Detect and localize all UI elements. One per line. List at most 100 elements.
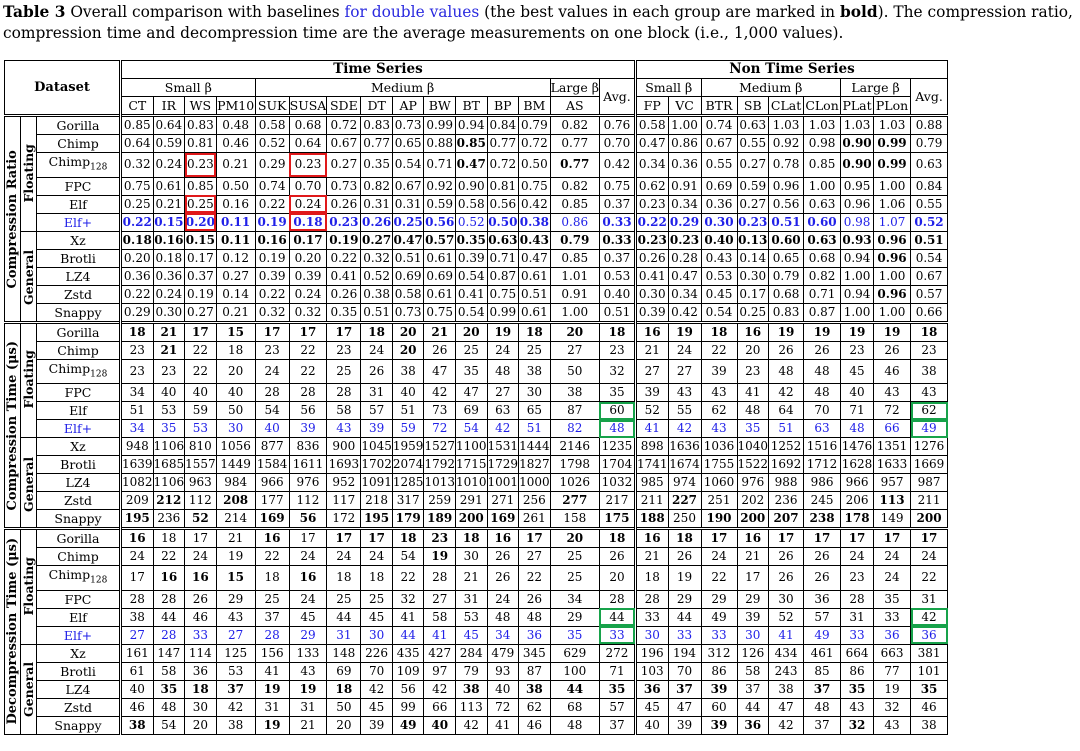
table-cell: 22 <box>288 340 328 360</box>
table-cell: 1959 <box>391 437 425 456</box>
table-cell: 0.12 <box>215 248 256 268</box>
table-cell: 1712 <box>803 455 842 474</box>
table-cell: 177 <box>254 491 290 510</box>
table-cell: 113 <box>454 697 488 717</box>
table-cell: 40 <box>486 679 520 699</box>
group-title: Floating <box>20 528 37 644</box>
comparison-table: Dataset Time Series Non Time Series Small β… <box>4 60 949 735</box>
table-cell: 238 <box>803 509 842 529</box>
table-cell: 19 <box>254 679 290 699</box>
table-cell: 0.68 <box>803 248 842 268</box>
table-cell: 976 <box>736 473 770 492</box>
table-label: Table 3 <box>3 3 66 21</box>
nts-average-cell: 987 <box>910 473 949 492</box>
table-cell: 0.79 <box>549 230 600 250</box>
table-cell: 53 <box>454 607 488 627</box>
table-cell: 41 <box>254 661 290 681</box>
table-cell: 41 <box>423 625 456 645</box>
nts-average-cell: 38 <box>910 715 949 735</box>
table-cell: 1476 <box>840 437 875 456</box>
table-cell: 16 <box>486 527 520 548</box>
table-cell: 0.94 <box>840 284 875 304</box>
table-cell: 25 <box>326 589 362 609</box>
table-cell: 19 <box>803 320 842 342</box>
table-cell: 42 <box>423 383 456 402</box>
table-cell: 0.50 <box>518 152 551 178</box>
nts-medium-beta-header: Medium β <box>700 78 842 97</box>
nts-average-cell: 24 <box>910 547 949 566</box>
table-cell: 189 <box>423 509 456 529</box>
table-cell: 25 <box>549 565 600 591</box>
method-name-text: FPC <box>64 178 92 194</box>
table-cell: 23 <box>254 340 290 360</box>
method-name: Zstd <box>36 491 122 510</box>
table-cell: 29 <box>736 589 770 609</box>
method-name: FPC <box>36 589 122 609</box>
ts-average-cell: 57 <box>598 697 637 717</box>
table-cell: 82 <box>549 419 600 438</box>
table-cell: 34 <box>120 419 154 438</box>
table-cell: 0.39 <box>634 302 669 323</box>
table-cell: 24 <box>486 589 520 609</box>
table-cell: 18 <box>326 679 362 699</box>
table-cell: 35 <box>152 419 186 438</box>
table-cell: 1522 <box>736 455 770 474</box>
table-cell: 48 <box>803 358 842 384</box>
table-cell: 43 <box>873 383 912 402</box>
table-cell: 0.82 <box>360 176 393 196</box>
table-cell: 479 <box>486 643 520 663</box>
table-cell: 0.35 <box>454 230 488 250</box>
table-cell: 149 <box>873 509 912 529</box>
column-header-clon: CLon <box>803 96 842 116</box>
table-cell: 0.52 <box>360 266 393 286</box>
table-cell: 0.36 <box>152 266 186 286</box>
table-cell: 46 <box>873 358 912 384</box>
table-cell: 0.91 <box>549 284 600 304</box>
table-cell: 209 <box>120 491 154 510</box>
table-cell: 26 <box>360 358 393 384</box>
table-cell: 17 <box>768 527 805 548</box>
table-cell: 1.00 <box>873 302 912 323</box>
table-cell: 18 <box>360 320 393 342</box>
table-cell: 24 <box>254 358 290 384</box>
table-cell: 461 <box>803 643 842 663</box>
table-cell: 47 <box>768 697 805 717</box>
table-row: Elf 0.25 0.21 0.25 0.16 0.22 0.24 0.26 0.31 0.31 0… <box>5 194 949 214</box>
table-cell: 19 <box>768 320 805 342</box>
table-cell: 663 <box>873 643 912 663</box>
nts-average-cell: 17 <box>910 527 949 548</box>
table-cell: 1741 <box>634 455 669 474</box>
table-row: FPC 28 28 26 29 25 24 25 25 32 27 31 24 26 34 28 28 29 29 2… <box>5 589 949 609</box>
table-cell: 126 <box>736 643 770 663</box>
table-cell: 38 <box>768 679 805 699</box>
table-cell: 1.06 <box>873 194 912 214</box>
table-cell: 0.40 <box>700 230 738 250</box>
table-cell: 46 <box>184 607 217 627</box>
table-cell: 1.01 <box>549 266 600 286</box>
method-name-text: Brotli <box>60 250 96 266</box>
table-cell: 41 <box>634 419 669 438</box>
table-cell: 25 <box>549 547 600 566</box>
method-name-text: Chimp <box>57 549 99 564</box>
table-cell: 87 <box>518 661 551 681</box>
table-cell: 1.00 <box>840 266 875 286</box>
table-cell: 30 <box>768 589 805 609</box>
table-cell: 0.23 <box>634 230 669 250</box>
table-cell: 0.69 <box>700 176 738 196</box>
table-cell: 0.22 <box>254 194 290 214</box>
ts-average-cell: 44 <box>598 607 637 627</box>
column-header-bw: BW <box>423 96 456 116</box>
table-cell: 0.31 <box>360 194 393 214</box>
table-cell: 1444 <box>518 437 551 456</box>
table-cell: 0.96 <box>840 194 875 214</box>
table-cell: 61 <box>120 661 154 681</box>
table-cell: 0.61 <box>423 284 456 304</box>
table-cell: 24 <box>288 589 328 609</box>
table-cell: 31 <box>454 589 488 609</box>
table-cell: 1106 <box>152 473 186 492</box>
nts-average-cell: 46 <box>910 697 949 717</box>
table-cell: 0.74 <box>700 114 738 135</box>
table-cell: 24 <box>360 340 393 360</box>
table-cell: 18 <box>634 565 669 591</box>
table-cell: 112 <box>288 491 328 510</box>
